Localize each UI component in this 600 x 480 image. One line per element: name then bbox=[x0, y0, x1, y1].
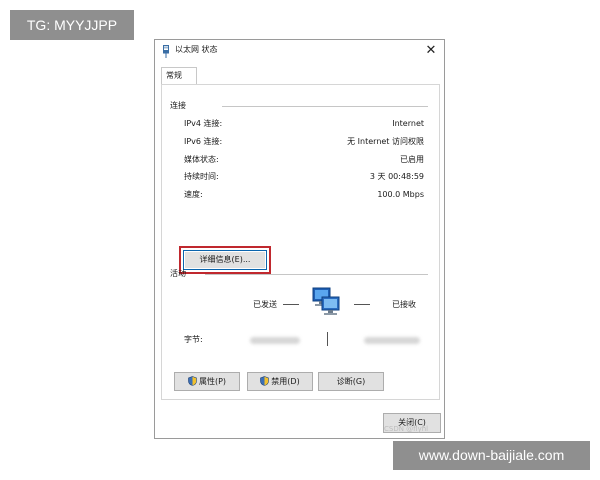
disable-button[interactable]: 禁用(D) bbox=[247, 372, 313, 391]
diagnose-button[interactable]: 诊断(G) bbox=[318, 372, 384, 391]
close-icon: ✕ bbox=[425, 43, 437, 58]
speed-label: 速度: bbox=[184, 190, 203, 199]
ipv6-label: IPv6 连接: bbox=[184, 137, 223, 146]
properties-button[interactable]: 属性(P) bbox=[174, 372, 240, 391]
info-row-speed: 速度: 100.0 Mbps bbox=[184, 189, 424, 201]
ipv4-label: IPv4 连接: bbox=[184, 119, 223, 128]
info-row-ipv4: IPv4 连接: Internet bbox=[184, 118, 424, 130]
sent-label: 已发送 bbox=[253, 300, 277, 309]
watermark-bottom-right: www.down-baijiale.com bbox=[393, 441, 590, 470]
details-button[interactable]: 详细信息(E)... bbox=[183, 250, 267, 270]
bytes-label: 字节: bbox=[184, 335, 203, 344]
general-panel: 连接 IPv4 连接: Internet IPv6 连接: 无 Internet… bbox=[161, 84, 440, 400]
duration-label: 持续时间: bbox=[184, 172, 219, 181]
activity-divider bbox=[205, 274, 428, 275]
close-window-button[interactable]: ✕ bbox=[422, 42, 440, 60]
speed-value: 100.0 Mbps bbox=[377, 190, 424, 199]
ipv6-value: 无 Internet 访问权限 bbox=[347, 137, 424, 146]
tab-strip: 常规 bbox=[161, 67, 440, 85]
info-row-duration: 持续时间: 3 天 00:48:59 bbox=[184, 171, 424, 183]
sent-dash bbox=[283, 304, 299, 305]
csdn-watermark: CSDN @flyhl bbox=[384, 425, 429, 433]
properties-button-label: 属性(P) bbox=[198, 377, 227, 386]
title-bar: 以太网 状态 ✕ bbox=[155, 40, 444, 62]
info-row-ipv6: IPv6 连接: 无 Internet 访问权限 bbox=[184, 136, 424, 148]
shield-icon bbox=[260, 376, 270, 386]
duration-value: 3 天 00:48:59 bbox=[369, 172, 424, 181]
ethernet-status-dialog: 以太网 状态 ✕ 常规 连接 IPv4 连接: Internet IPv6 连接… bbox=[154, 39, 445, 439]
bytes-separator bbox=[327, 332, 328, 346]
connection-heading: 连接 bbox=[170, 101, 186, 110]
received-label: 已接收 bbox=[392, 300, 416, 309]
ipv4-value: Internet bbox=[392, 119, 424, 128]
window-title: 以太网 状态 bbox=[175, 45, 218, 54]
network-computers-icon bbox=[312, 287, 340, 315]
bytes-received-value bbox=[364, 337, 420, 344]
shield-icon bbox=[188, 376, 197, 386]
connection-divider bbox=[222, 106, 428, 107]
received-dash bbox=[354, 304, 370, 305]
watermark-top-left: TG: MYYJJPP bbox=[10, 10, 134, 40]
activity-heading: 活动 bbox=[170, 269, 186, 278]
media-state-label: 媒体状态: bbox=[184, 155, 219, 164]
bytes-sent-value bbox=[250, 337, 300, 344]
disable-button-label: 禁用(D) bbox=[271, 377, 300, 386]
info-row-media-state: 媒体状态: 已启用 bbox=[184, 154, 424, 166]
ethernet-plug-icon bbox=[163, 45, 169, 58]
tab-general[interactable]: 常规 bbox=[161, 67, 197, 85]
media-state-value: 已启用 bbox=[400, 155, 424, 164]
